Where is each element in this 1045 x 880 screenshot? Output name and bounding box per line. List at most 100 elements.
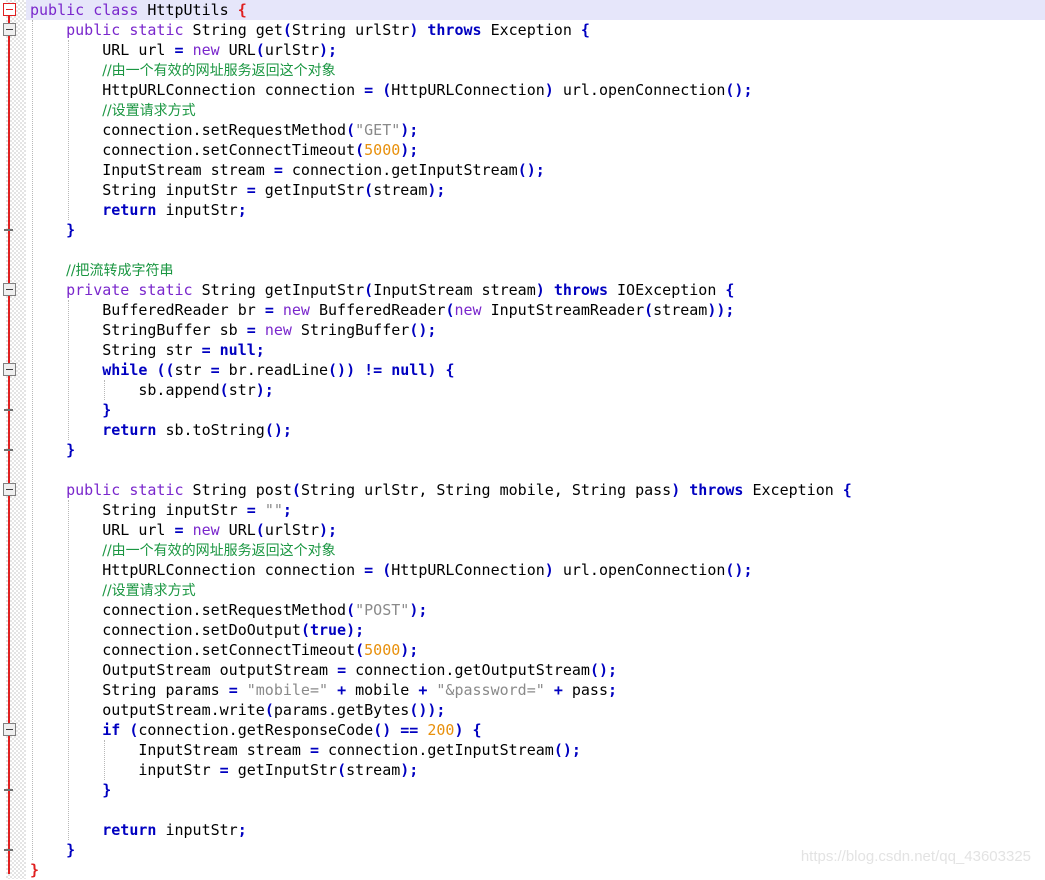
fold-end-marker[interactable] [4,449,13,451]
code-line[interactable]: HttpURLConnection connection = (HttpURLC… [26,560,1045,580]
code-token: ); [409,601,428,619]
code-token: ); [427,181,446,199]
code-token: ()); [409,701,446,719]
code-line[interactable]: connection.setConnectTimeout(5000); [26,140,1045,160]
fold-collapse-box[interactable] [3,3,16,16]
code-token: = [246,501,256,519]
code-line[interactable]: //设置请求方式 [26,100,1045,120]
code-line[interactable]: InputStream stream = connection.getInput… [26,740,1045,760]
code-line[interactable]: String inputStr = getInputStr(stream); [26,180,1045,200]
code-token: "mobile=" [246,681,329,699]
code-line[interactable]: //由一个有效的网址服务返回这个对象 [26,540,1045,560]
fold-end-marker[interactable] [4,849,13,851]
code-line[interactable]: String str = null; [26,340,1045,360]
fold-collapse-box[interactable] [3,363,16,376]
code-line[interactable]: connection.setRequestMethod("GET"); [26,120,1045,140]
code-token: stream [346,761,401,779]
code-line[interactable]: HttpURLConnection connection = (HttpURLC… [26,80,1045,100]
code-line[interactable]: return sb.toString(); [26,420,1045,440]
code-token: ) [409,21,419,39]
code-line[interactable]: String params = "mobile=" + mobile + "&p… [26,680,1045,700]
code-line[interactable]: while ((str = br.readLine()) != null) { [26,360,1045,380]
code-token: new [192,41,220,59]
code-content[interactable]: public class HttpUtils { public static S… [0,0,1045,880]
code-token: pass [562,681,608,699]
code-token: ; [282,501,292,519]
code-token: ); [346,621,365,639]
code-line[interactable]: connection.setRequestMethod("POST"); [26,600,1045,620]
code-line[interactable]: public class HttpUtils { [0,0,1045,20]
code-token: HttpUtils [147,1,229,19]
code-line[interactable]: if (connection.getResponseCode() == 200)… [26,720,1045,740]
code-line-list[interactable]: public class HttpUtils { public static S… [0,0,1045,880]
code-line[interactable]: } [26,780,1045,800]
fold-collapse-box[interactable] [3,23,16,36]
code-line[interactable]: String inputStr = ""; [26,500,1045,520]
code-line[interactable]: public static String get(String urlStr) … [26,20,1045,40]
code-line[interactable]: } [26,220,1045,240]
code-token: str [228,381,256,399]
code-line[interactable]: //设置请求方式 [26,580,1045,600]
code-editor[interactable]: public class HttpUtils { public static S… [0,0,1045,879]
code-token: ) [544,561,554,579]
code-line[interactable]: //把流转成字符串 [26,260,1045,280]
code-token: public [66,481,121,499]
code-token: InputStreamReader [481,301,645,319]
code-line[interactable]: connection.setConnectTimeout(5000); [26,640,1045,660]
code-token: //设置请求方式 [102,103,196,119]
code-line[interactable]: StringBuffer sb = new StringBuffer(); [26,320,1045,340]
fold-end-marker[interactable] [4,229,13,231]
code-token: } [66,221,76,239]
code-line[interactable]: URL url = new URL(urlStr); [26,40,1045,60]
code-line[interactable]: public static String post(String urlStr,… [26,480,1045,500]
code-token: outputStream.write [102,701,265,719]
fold-end-marker[interactable] [4,409,13,411]
fold-collapse-box[interactable] [3,283,16,296]
code-line[interactable]: return inputStr; [26,820,1045,840]
code-line[interactable] [26,800,1045,820]
code-token: null [219,341,256,359]
code-token: connection.getInputStream [282,161,518,179]
code-token: 200 [427,721,455,739]
code-token: HttpURLConnection [391,81,545,99]
code-token: static [138,281,193,299]
code-line[interactable]: inputStr = getInputStr(stream); [26,760,1045,780]
code-line[interactable]: } [26,400,1045,420]
code-token: inputStr [156,821,238,839]
code-token: ( [355,641,365,659]
code-token: getInputStr [255,181,365,199]
code-line[interactable]: private static String getInputStr(InputS… [26,280,1045,300]
code-line[interactable]: sb.append(str); [26,380,1045,400]
code-line[interactable] [26,460,1045,480]
code-line[interactable]: OutputStream outputStream = connection.g… [26,660,1045,680]
code-line[interactable]: } [26,440,1045,460]
code-line[interactable]: BufferedReader br = new BufferedReader (n… [26,300,1045,320]
code-line[interactable]: connection.setDoOutput(true); [26,620,1045,640]
code-line[interactable] [26,240,1045,260]
code-token: () [373,721,392,739]
code-line[interactable]: URL url = new URL(urlStr); [26,520,1045,540]
code-token: "" [264,501,283,519]
code-token: new [264,321,292,339]
fold-end-marker[interactable] [4,789,13,791]
code-token: ; [608,681,618,699]
code-line[interactable]: //由一个有效的网址服务返回这个对象 [26,60,1045,80]
code-token: URL [219,41,256,59]
code-token: String inputStr [102,501,247,519]
code-token: ); [400,121,419,139]
fold-collapse-box[interactable] [3,483,16,496]
code-line[interactable]: outputStream.write(params.getBytes()); [26,700,1045,720]
code-token: { [237,1,247,19]
fold-collapse-box[interactable] [3,723,16,736]
code-token: + [553,681,563,699]
code-line[interactable]: return inputStr; [26,200,1045,220]
code-line[interactable]: InputStream stream = connection.getInput… [26,160,1045,180]
